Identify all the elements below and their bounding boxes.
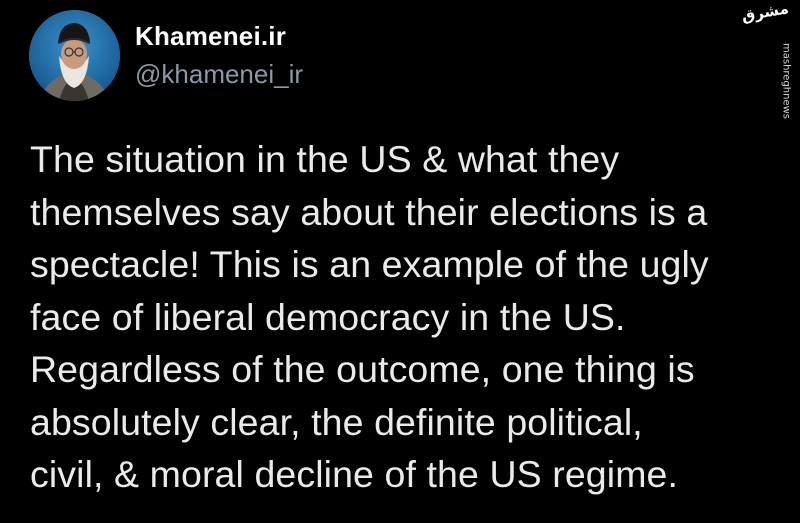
tweet-text-line: civil, & moral decline of the US regime. (30, 453, 678, 495)
tweet-card: Khamenei.ir @khamenei_ir The situation i… (0, 0, 800, 523)
tweet-text-line: absolutely clear, the definite political… (30, 400, 643, 443)
watermark-site: mashreghnews (780, 40, 792, 122)
profile-photo-icon (29, 10, 120, 101)
avatar[interactable] (29, 10, 120, 101)
tweet-text-line: The situation in the US & what they (30, 138, 620, 180)
tweet-text-line: face of liberal democracy in the US. (30, 295, 626, 338)
watermark-site-label: mashreghnews (780, 42, 792, 120)
tweet-text: The situation in the US & what they them… (30, 133, 780, 501)
author-info: Khamenei.ir @khamenei_ir (135, 20, 303, 90)
watermark: مشرق mashreghnews (740, 0, 800, 130)
display-name[interactable]: Khamenei.ir (135, 20, 303, 52)
tweet-text-line: spectacle! This is an example of the ugl… (30, 243, 709, 285)
tweet-text-line: Regardless of the outcome, one thing is (30, 348, 695, 390)
handle[interactable]: @khamenei_ir (135, 58, 303, 90)
tweet-text-line: themselves say about their elections is … (30, 190, 708, 233)
